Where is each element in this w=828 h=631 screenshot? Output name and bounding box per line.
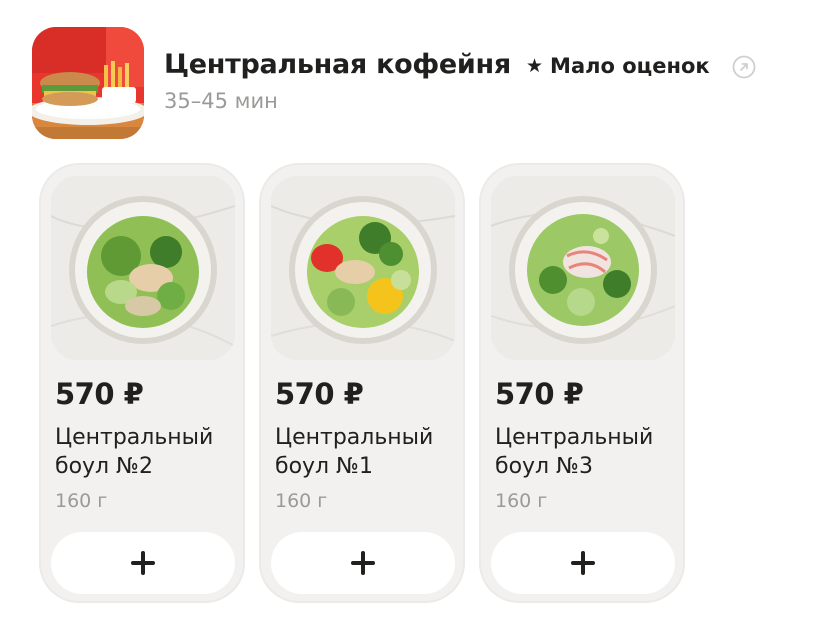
plus-icon	[571, 551, 595, 575]
product-weight: 160 г	[495, 490, 548, 512]
product-image[interactable]	[491, 176, 675, 360]
product-card[interactable]: 570 ₽ Центральный боул №1 160 г	[259, 163, 465, 603]
product-image[interactable]	[271, 176, 455, 360]
product-image[interactable]	[51, 176, 235, 360]
add-to-cart-button[interactable]	[491, 532, 675, 594]
restaurant-logo[interactable]	[32, 27, 144, 139]
plus-icon	[351, 551, 375, 575]
product-price: 570 ₽	[495, 377, 584, 411]
plus-icon	[131, 551, 155, 575]
product-weight: 160 г	[275, 490, 328, 512]
product-card[interactable]: 570 ₽ Центральный боул №2 160 г	[39, 163, 245, 603]
product-price: 570 ₽	[55, 377, 144, 411]
rating[interactable]: ★ Мало оценок	[526, 54, 710, 78]
product-name[interactable]: Центральный боул №1	[275, 423, 455, 481]
product-price: 570 ₽	[275, 377, 364, 411]
restaurant-name: Центральная кофейня	[164, 49, 511, 80]
star-icon: ★	[526, 54, 544, 77]
product-weight: 160 г	[55, 490, 108, 512]
delivery-time: 35–45 мин	[164, 89, 278, 113]
share-arrow-icon[interactable]	[732, 55, 756, 79]
product-card[interactable]: 570 ₽ Центральный боул №3 160 г	[479, 163, 685, 603]
product-name[interactable]: Центральный боул №2	[55, 423, 235, 481]
add-to-cart-button[interactable]	[51, 532, 235, 594]
product-name[interactable]: Центральный боул №3	[495, 423, 675, 481]
rating-label: Мало оценок	[550, 54, 710, 78]
add-to-cart-button[interactable]	[271, 532, 455, 594]
restaurant-header[interactable]: Центральная кофейня ★ Мало оценок 35–45 …	[32, 27, 812, 139]
